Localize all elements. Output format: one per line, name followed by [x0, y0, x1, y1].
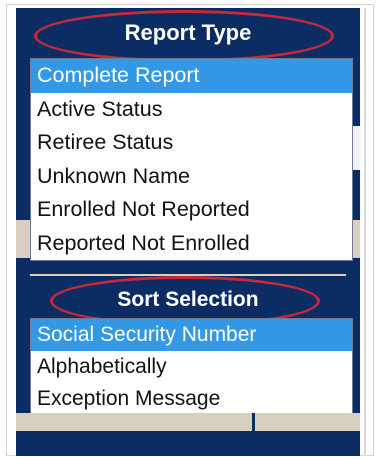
list-item[interactable]: Exception Message — [31, 383, 352, 415]
report-type-listbox[interactable]: Complete Report Active Status Retiree St… — [30, 58, 353, 261]
list-item[interactable]: Retiree Status — [31, 126, 352, 160]
separator-bar — [16, 220, 30, 258]
list-item[interactable]: Social Security Number — [31, 319, 352, 351]
right-divider — [364, 8, 366, 456]
list-item[interactable]: Reported Not Enrolled — [31, 227, 352, 261]
list-item[interactable]: Active Status — [31, 93, 352, 127]
separator-bar — [16, 413, 360, 431]
sort-selection-listbox[interactable]: Social Security Number Alphabetically Ex… — [30, 318, 353, 416]
hidden-control-stub — [252, 413, 255, 435]
list-item[interactable]: Enrolled Not Reported — [31, 193, 352, 227]
separator-bar — [353, 220, 360, 258]
sort-selection-title: Sort Selection — [117, 288, 259, 311]
list-item[interactable]: Alphabetically — [31, 351, 352, 383]
sidebar-panel: Report Type Complete Report Active Statu… — [16, 8, 360, 456]
list-item[interactable]: Unknown Name — [31, 160, 352, 194]
report-type-title: Report Type — [124, 20, 252, 45]
hidden-control-stub — [353, 126, 360, 170]
list-item[interactable]: Complete Report — [31, 59, 352, 93]
